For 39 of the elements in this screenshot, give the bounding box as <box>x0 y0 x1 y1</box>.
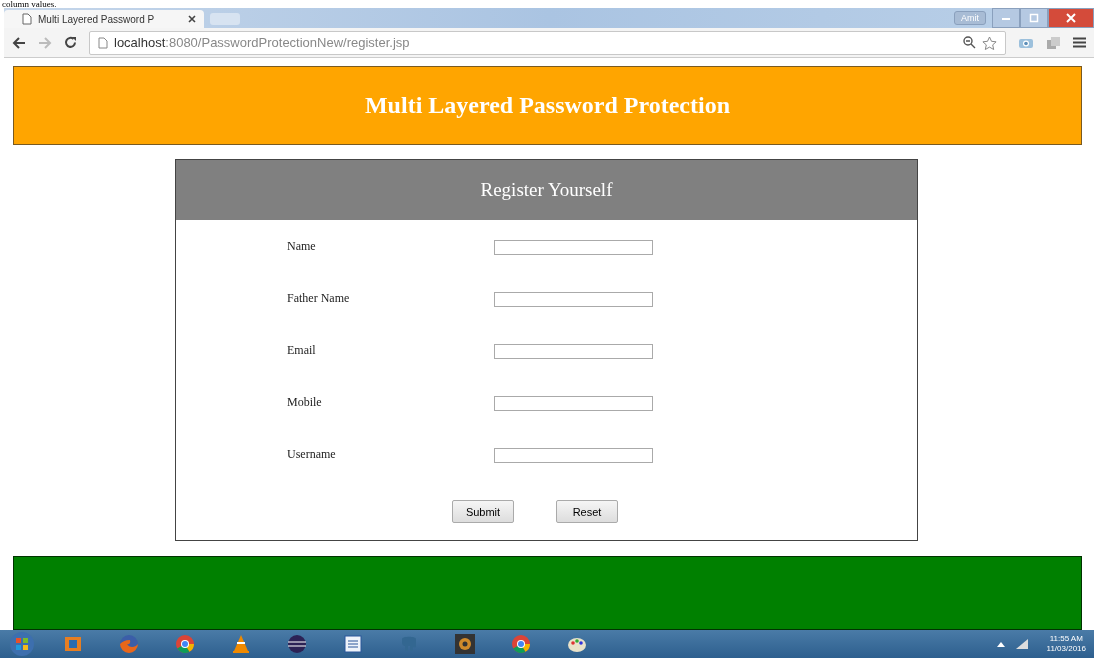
forward-icon[interactable] <box>38 36 52 49</box>
clock-time: 11:55 AM <box>1049 634 1083 644</box>
menu-icon[interactable] <box>1073 37 1086 48</box>
browser-tab[interactable]: Multi Layered Password P <box>4 10 204 28</box>
page-title: Multi Layered Password Protection <box>364 92 731 120</box>
tray-arrow-icon[interactable] <box>996 641 1005 647</box>
field-label: Username <box>287 447 337 463</box>
minimize-icon <box>1001 15 1011 21</box>
network-icon[interactable] <box>1014 638 1029 650</box>
input-field[interactable] <box>494 240 653 256</box>
back-icon[interactable] <box>12 36 26 49</box>
star-icon[interactable] <box>982 35 997 50</box>
minimize-button[interactable] <box>992 8 1020 28</box>
field-label: Mobile <box>287 395 323 411</box>
extension-icon[interactable] <box>1046 35 1061 50</box>
reset-button[interactable]: Reset <box>556 500 618 524</box>
close-icon[interactable] <box>188 15 196 23</box>
input-field[interactable] <box>494 292 653 308</box>
maximize-button[interactable] <box>1020 8 1048 28</box>
address-bar[interactable]: localhost:8080/PasswordProtectionNew/register.jsp <box>89 30 1006 55</box>
form-title: Register Yourself <box>480 179 613 202</box>
close-window-button[interactable] <box>1048 8 1094 28</box>
field-label: Name <box>287 239 317 255</box>
zoom-icon[interactable] <box>963 36 976 49</box>
tab-title: Multi Layered Password P <box>38 13 156 25</box>
camera-icon[interactable] <box>1018 36 1034 49</box>
field-label: Father Name <box>287 291 351 307</box>
page-icon <box>98 36 108 49</box>
page-icon <box>22 13 32 25</box>
close-icon <box>1066 13 1076 23</box>
input-field[interactable] <box>494 448 653 464</box>
clock-date: 11/03/2016 <box>1046 644 1086 654</box>
input-field[interactable] <box>494 396 653 412</box>
field-label: Email <box>287 343 317 359</box>
submit-button[interactable]: Submit <box>452 500 514 524</box>
maximize-icon <box>1029 13 1039 23</box>
input-field[interactable] <box>494 344 653 360</box>
reload-icon[interactable] <box>64 36 77 49</box>
caption-text: column values. <box>2 0 57 9</box>
